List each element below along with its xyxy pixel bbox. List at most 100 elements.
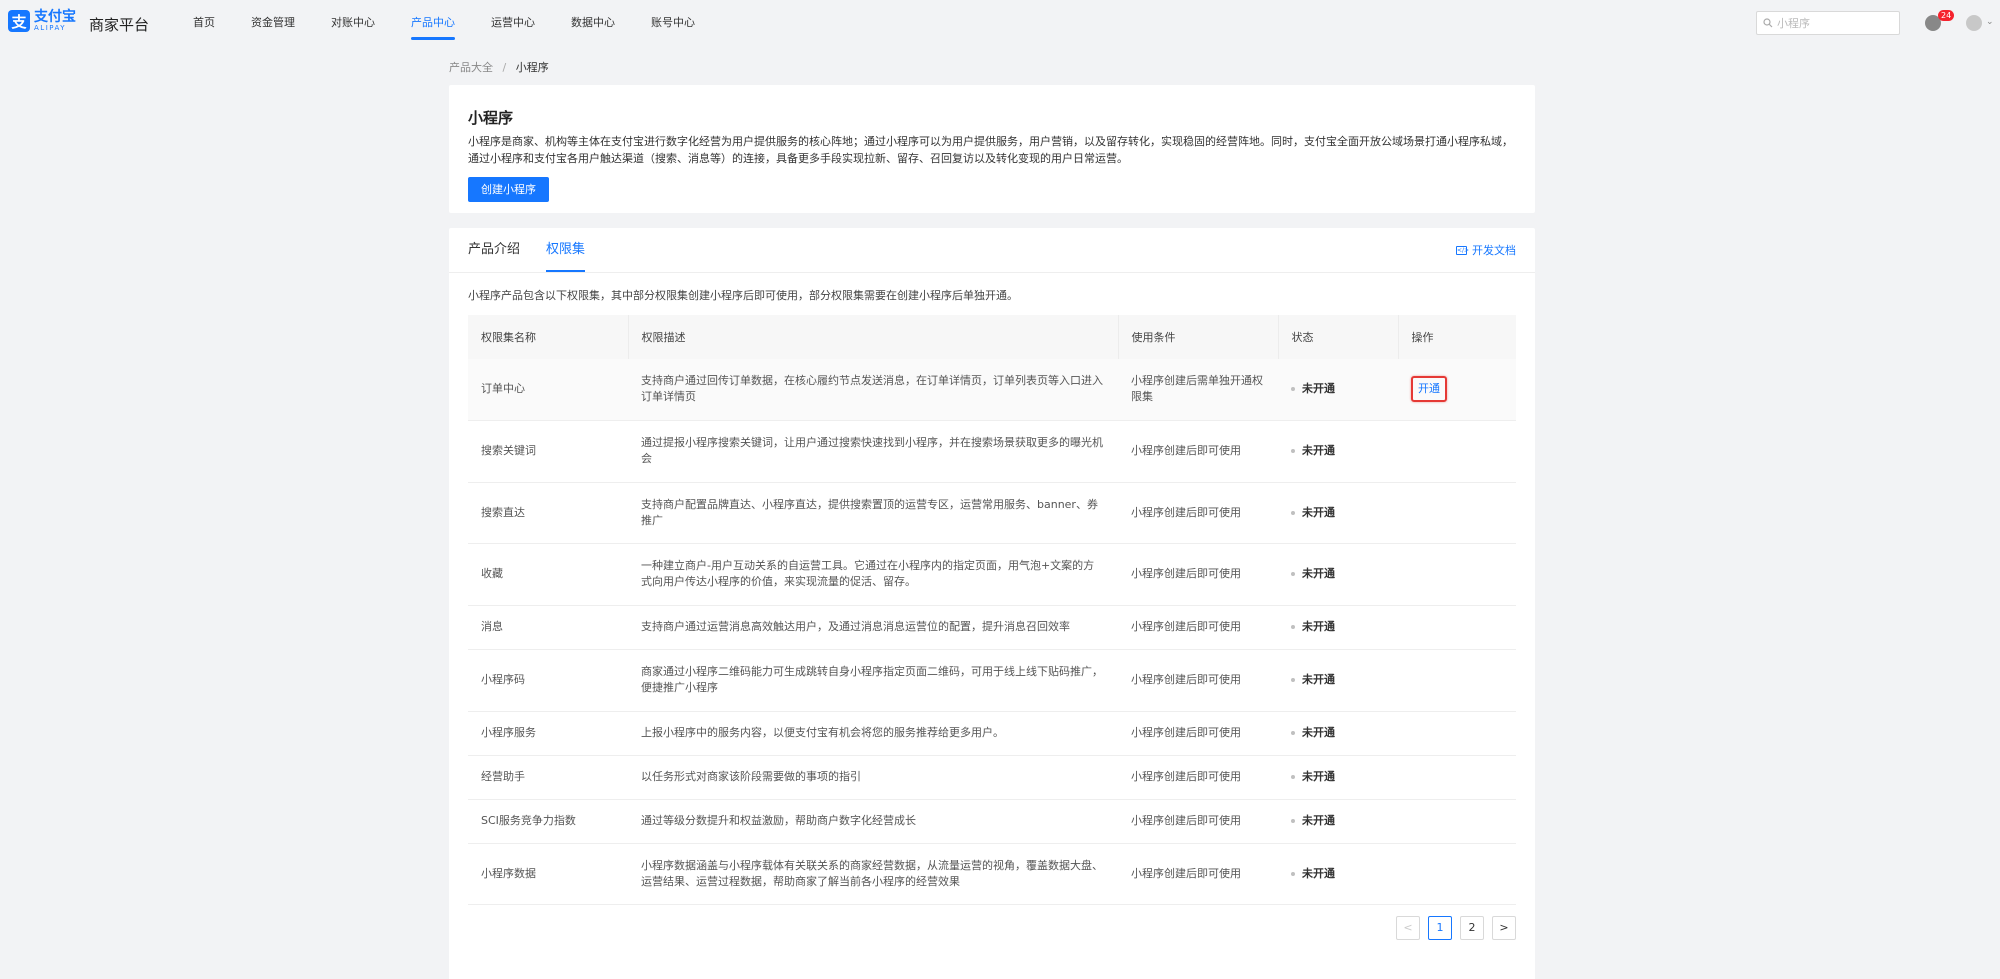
create-miniprogram-button[interactable]: 创建小程序 [468,177,549,202]
column-header-description: 权限描述 [628,315,1119,359]
dev-docs-label: 开发文档 [1472,244,1516,257]
pagination-next-button[interactable]: > [1492,916,1516,940]
row-status-cell: 未开通 [1278,482,1398,544]
nav-item-home[interactable]: 首页 [193,0,215,46]
row-description: 上报小程序中的服务内容，以便支付宝有机会将您的服务推荐给更多用户。 [628,711,1118,756]
column-header-status: 状态 [1278,315,1399,359]
row-name: 小程序服务 [468,711,628,756]
breadcrumb-parent[interactable]: 产品大全 [449,61,493,74]
search-input[interactable] [1777,16,1887,30]
status-badge: 未开通 [1291,725,1385,741]
row-condition: 小程序创建后即可使用 [1118,482,1278,544]
row-status-cell: 未开通 [1278,711,1398,756]
column-header-name: 权限集名称 [468,315,629,359]
search-icon [1763,18,1773,28]
nav-item-operations[interactable]: 运营中心 [491,0,535,46]
row-description: 以任务形式对商家该阶段需要做的事项的指引 [628,755,1118,800]
row-status-cell: 未开通 [1278,799,1398,844]
row-action-cell [1398,799,1516,844]
logo-text-zh: 支付宝 [34,9,76,25]
table-row: 经营助手 以任务形式对商家该阶段需要做的事项的指引 小程序创建后即可使用 未开通 [468,755,1516,800]
table-row: 小程序数据 小程序数据涵盖与小程序载体有关联关系的商家经营数据，从流量运营的视角… [468,843,1516,905]
row-action-cell [1398,605,1516,650]
permission-sets-table: 权限集名称 权限描述 使用条件 状态 操作 订单中心 支持商户通过回传订单数据，… [468,315,1516,905]
row-name: 搜索直达 [468,482,628,544]
main-nav: 首页 资金管理 对账中心 产品中心 运营中心 数据中心 账号中心 [193,0,731,46]
row-description: 小程序数据涵盖与小程序载体有关联关系的商家经营数据，从流量运营的视角，覆盖数据大… [628,843,1118,905]
status-text: 未开通 [1302,382,1335,396]
alipay-logo-text: 支付宝 ALIPAY [34,10,76,32]
row-status-cell: 未开通 [1278,359,1398,421]
pagination-page-2[interactable]: 2 [1460,916,1484,940]
column-header-condition: 使用条件 [1118,315,1279,359]
pagination-prev-button[interactable]: < [1396,916,1420,940]
row-condition: 小程序创建后即可使用 [1118,843,1278,905]
alipay-logo[interactable]: 支 支付宝 ALIPAY [8,10,76,32]
breadcrumb-current: 小程序 [515,61,549,74]
tab-divider [449,272,1535,273]
column-header-action: 操作 [1398,315,1516,359]
search-box[interactable] [1756,11,1900,35]
permissions-card: 产品介绍 权限集 </> 开发文档 小程序产品包含以下权限集，其中部分权限集创建… [449,228,1535,979]
status-dot-icon [1291,871,1295,876]
row-condition: 小程序创建后即可使用 [1118,649,1278,712]
tab-product-intro[interactable]: 产品介绍 [468,228,520,272]
pagination-page-1[interactable]: 1 [1428,916,1452,940]
notification-count-badge: 24 [1938,10,1955,21]
nav-item-reconciliation[interactable]: 对账中心 [331,0,375,46]
row-condition: 小程序创建后即可使用 [1118,711,1278,756]
status-badge: 未开通 [1291,566,1385,582]
platform-title: 商家平台 [89,16,150,34]
status-dot-icon [1291,819,1295,823]
status-text: 未开通 [1302,726,1335,739]
row-description: 支持商户配置品牌直达、小程序直达，提供搜索置顶的运营专区，运营常用服务、bann… [628,482,1118,544]
user-avatar[interactable] [1966,15,1982,31]
table-row: 收藏 一种建立商户-用户互动关系的自运营工具。它通过在小程序内的指定页面，用气泡… [468,543,1516,606]
dev-docs-link[interactable]: </> 开发文档 [1456,242,1516,258]
row-description: 支持商户通过运营消息高效触达用户，及通过消息消息运营位的配置，提升消息召回效率 [628,605,1118,650]
status-badge: 未开通 [1291,505,1385,521]
row-action-cell [1398,649,1516,712]
page-title: 小程序 [468,109,514,127]
status-badge: 未开通 [1291,672,1385,688]
nav-item-data[interactable]: 数据中心 [571,0,615,46]
row-condition: 小程序创建后即可使用 [1118,799,1278,844]
status-dot-icon [1291,678,1295,682]
status-dot-icon [1291,625,1295,629]
row-name: 小程序数据 [468,843,628,905]
status-text: 未开通 [1302,505,1335,519]
table-header-row: 权限集名称 权限描述 使用条件 状态 操作 [468,315,1516,359]
row-name: SCI服务竞争力指数 [468,799,628,844]
status-dot-icon [1291,449,1295,453]
product-description: 小程序是商家、机构等主体在支付宝进行数字化经营为用户提供服务的核心阵地；通过小程… [468,135,1513,165]
pagination: < 1 2 > [1388,916,1516,940]
row-description: 通过等级分数提升和权益激励，帮助商户数字化经营成长 [628,799,1118,844]
row-action-cell [1398,482,1516,544]
row-status-cell: 未开通 [1278,543,1398,606]
table-row: 搜索直达 支持商户配置品牌直达、小程序直达，提供搜索置顶的运营专区，运营常用服务… [468,482,1516,544]
status-dot-icon [1291,387,1295,392]
status-text: 未开通 [1302,866,1335,880]
row-status-cell: 未开通 [1278,420,1398,483]
permission-sets-description: 小程序产品包含以下权限集，其中部分权限集创建小程序后即可使用，部分权限集需要在创… [468,289,1018,302]
table-row: 订单中心 支持商户通过回传订单数据，在核心履约节点发送消息，在订单详情页，订单列… [468,359,1516,421]
status-dot-icon [1291,572,1295,576]
chevron-down-icon[interactable]: ⌄ [1986,17,1994,27]
row-action-cell [1398,420,1516,483]
nav-item-products[interactable]: 产品中心 [411,0,455,46]
row-condition: 小程序创建后即可使用 [1118,755,1278,800]
table-row: 小程序码 商家通过小程序二维码能力可生成跳转自身小程序指定页面二维码，可用于线上… [468,649,1516,712]
status-badge: 未开通 [1291,769,1385,785]
row-action-cell: 开通 [1398,359,1516,421]
row-name: 订单中心 [468,359,628,421]
status-text: 未开通 [1302,444,1335,457]
nav-item-account[interactable]: 账号中心 [651,0,695,46]
breadcrumb-separator: / [502,61,507,74]
row-condition: 小程序创建后即可使用 [1118,605,1278,650]
status-text: 未开通 [1302,770,1335,783]
activate-button[interactable]: 开通 [1411,376,1447,403]
status-dot-icon [1291,510,1295,515]
nav-item-funds[interactable]: 资金管理 [251,0,295,46]
row-name: 小程序码 [468,649,628,712]
tab-permission-sets[interactable]: 权限集 [546,228,586,272]
